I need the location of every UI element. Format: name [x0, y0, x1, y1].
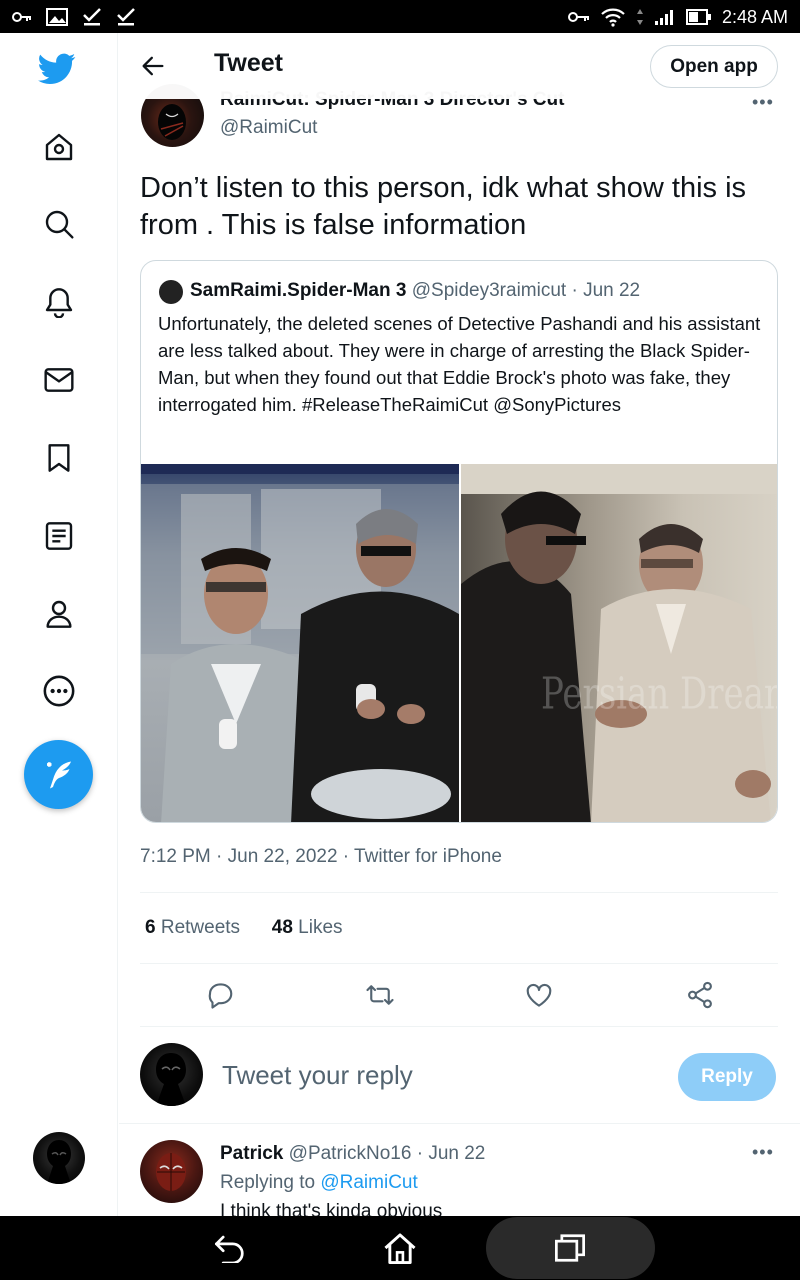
system-back-icon[interactable] [210, 1228, 250, 1268]
quoted-author-avatar [159, 280, 183, 304]
feather-plus-icon [46, 761, 71, 788]
gallery-notification-icon [46, 8, 68, 26]
quoted-tweet-text: Unfortunately, the deleted scenes of Det… [158, 313, 761, 415]
messages-envelope-icon[interactable] [40, 361, 78, 399]
account-avatar[interactable] [33, 1132, 85, 1184]
system-home-icon[interactable] [380, 1228, 420, 1268]
vpn-key-icon-right [567, 12, 589, 22]
share-icon[interactable] [685, 980, 715, 1010]
data-arrows-icon [636, 9, 643, 25]
twitter-logo-icon[interactable] [38, 50, 76, 88]
back-arrow-icon[interactable] [139, 52, 167, 80]
divider [140, 963, 778, 964]
quoted-media-image-1[interactable] [141, 464, 459, 822]
search-icon[interactable] [40, 205, 78, 243]
retweet-action-icon[interactable] [365, 980, 395, 1010]
bookmarks-icon[interactable] [40, 439, 78, 477]
tweet-timestamp[interactable]: 7:12 PM · Jun 22, 2022 · Twitter for iPh… [140, 846, 502, 868]
open-app-button[interactable]: Open app [650, 45, 778, 88]
quoted-author-name: SamRaimi.Spider-Man 3 [190, 280, 407, 301]
author-handle[interactable]: @RaimiCut [220, 117, 317, 139]
battery-icon [685, 9, 711, 25]
reply-input[interactable]: Tweet your reply [222, 1060, 413, 1091]
more-options-circle-icon[interactable] [40, 672, 78, 710]
quoted-author-meta: @Spidey3raimicut · Jun 22 [411, 280, 641, 301]
lists-icon[interactable] [40, 517, 78, 555]
likes-stat[interactable]: 48 Likes [272, 917, 343, 938]
like-heart-icon[interactable] [524, 980, 554, 1010]
tweet-text: Don’t listen to this person, idk what sh… [140, 172, 747, 241]
quoted-tweet-header: SamRaimi.Spider-Man 3 @Spidey3raimicut ·… [190, 280, 640, 302]
quoted-tweet[interactable]: SamRaimi.Spider-Man 3 @Spidey3raimicut ·… [140, 260, 778, 823]
task-done-icon [83, 8, 101, 26]
reply-author-avatar[interactable] [140, 1140, 203, 1203]
tweet-stats: 6 Retweets 48 Likes [145, 917, 343, 939]
profile-icon[interactable] [40, 595, 78, 633]
top-header: Tweet Open app [119, 33, 800, 99]
clock: 2:48 AM [721, 6, 788, 27]
my-avatar [140, 1043, 203, 1106]
likes-count: 48 [271, 917, 293, 938]
reply-action-icon[interactable] [205, 980, 235, 1010]
retweets-stat[interactable]: 6 Retweets [145, 917, 240, 938]
signal-icon [654, 10, 673, 25]
retweets-label: Retweets [160, 917, 241, 938]
system-recents-icon[interactable] [550, 1228, 590, 1268]
quoted-media-image-2[interactable]: Persian Dreams [461, 464, 777, 822]
divider [140, 892, 778, 893]
notifications-bell-icon[interactable] [40, 283, 78, 321]
wifi-icon [601, 8, 625, 27]
task-done-icon-2 [117, 8, 135, 26]
media-watermark: Persian Dreams [541, 668, 777, 720]
reply-author-meta: @PatrickNo16 · Jun 22 [288, 1143, 486, 1164]
reply-header: Patrick @PatrickNo16 · Jun 22 [220, 1143, 485, 1165]
reply-author-name[interactable]: Patrick [220, 1143, 283, 1164]
replying-to: Replying to @RaimiCut [220, 1172, 418, 1194]
replying-to-link[interactable]: @RaimiCut [320, 1172, 417, 1193]
retweets-count: 6 [145, 917, 156, 938]
compose-tweet-button[interactable] [24, 740, 93, 809]
reply-button[interactable]: Reply [678, 1053, 776, 1101]
page-title: Tweet [214, 49, 283, 77]
vpn-key-icon [12, 12, 31, 22]
divider [140, 1026, 778, 1027]
sidebar [0, 33, 118, 1216]
divider [119, 1123, 800, 1124]
home-icon[interactable] [40, 128, 78, 166]
system-nav-bar [0, 1216, 800, 1280]
likes-label: Likes [298, 917, 343, 938]
status-bar: 2:48 AM [0, 0, 800, 33]
reply-text: I think that's kinda obvious [220, 1201, 443, 1216]
replying-to-prefix: Replying to [220, 1172, 316, 1193]
reply-more-icon[interactable]: ••• [752, 1142, 774, 1163]
